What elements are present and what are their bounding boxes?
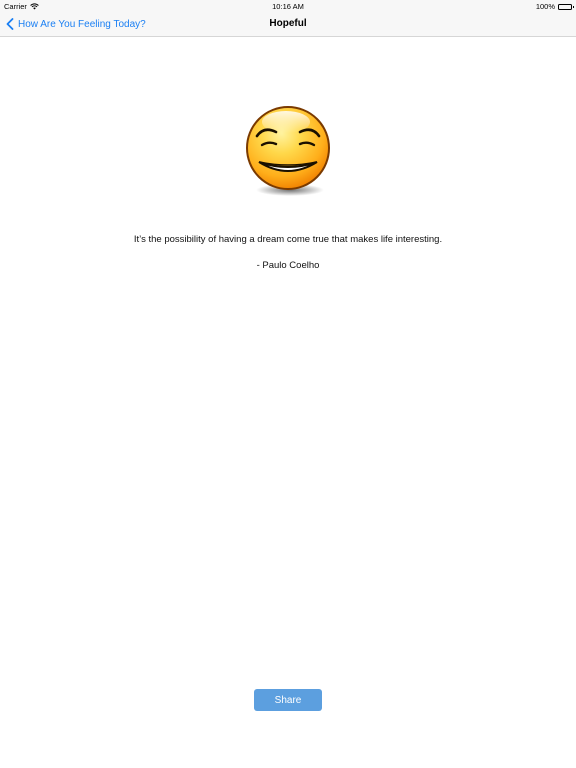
battery-percent: 100% [535, 2, 555, 11]
clock: 10:16 AM [272, 2, 304, 11]
page-title: Hopeful [269, 18, 307, 29]
navigation-bar: How Are You Feeling Today? Hopeful [0, 12, 576, 37]
share-button[interactable]: Share [254, 689, 322, 711]
battery-indicator: 100% [535, 2, 574, 11]
quote-text: It’s the possibility of having a dream c… [133, 234, 443, 245]
hopeful-face-icon [238, 98, 338, 202]
battery-icon [558, 3, 574, 10]
status-bar: Carrier 10:16 AM 100% [0, 0, 576, 12]
quote-author: - Paulo Coelho [256, 260, 320, 271]
